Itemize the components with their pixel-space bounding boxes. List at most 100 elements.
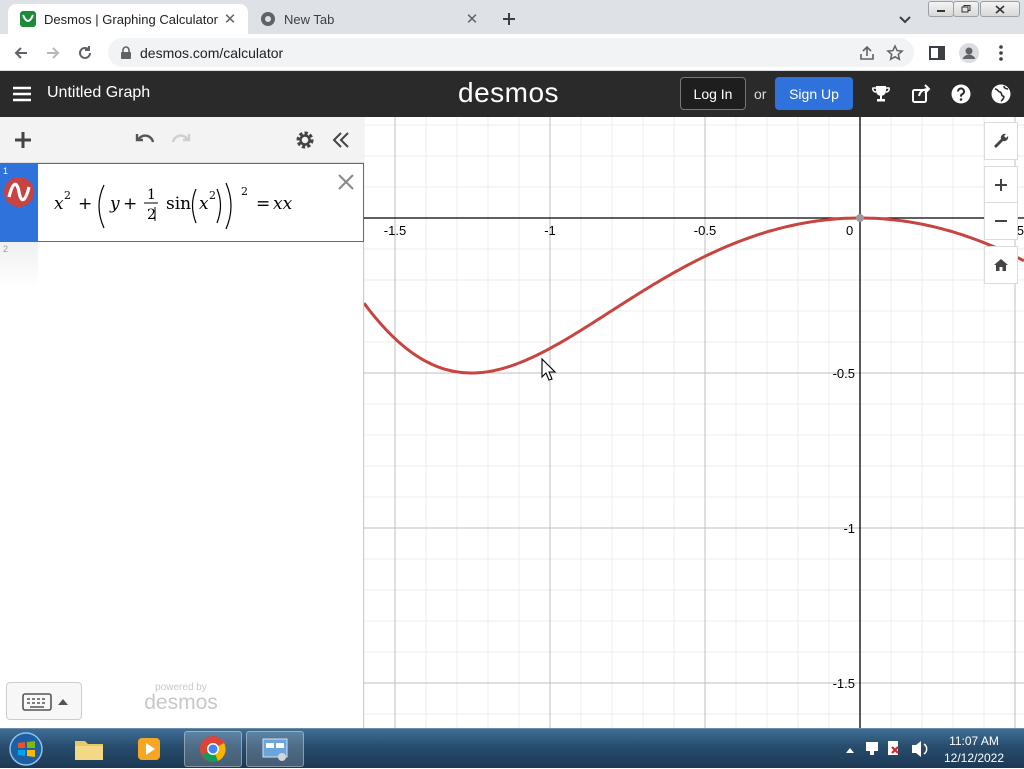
chrome-favicon-icon bbox=[261, 12, 275, 26]
minimize-icon bbox=[937, 10, 945, 12]
arrow-left-icon bbox=[14, 47, 27, 59]
math-x: x bbox=[199, 194, 209, 214]
profile-button[interactable] bbox=[956, 40, 982, 66]
zoom-in-button[interactable] bbox=[985, 167, 1017, 203]
keyboard-icon bbox=[22, 693, 52, 711]
close-window-button[interactable] bbox=[980, 1, 1020, 17]
tab-new-tab[interactable]: New Tab ✕ bbox=[250, 4, 490, 34]
browser-menu-button[interactable] bbox=[988, 40, 1014, 66]
address-bar[interactable]: desmos.com/calculator bbox=[108, 38, 914, 67]
login-button[interactable]: Log In bbox=[680, 77, 746, 110]
new-tab-button[interactable] bbox=[498, 8, 520, 30]
back-button[interactable] bbox=[8, 40, 34, 66]
network-icon[interactable] bbox=[866, 742, 878, 755]
signup-button[interactable]: Sign Up bbox=[775, 77, 853, 110]
star-icon[interactable] bbox=[886, 44, 904, 62]
keypad-toggle-button[interactable] bbox=[6, 682, 82, 720]
reload-icon bbox=[79, 46, 91, 59]
windows-taskbar: 11:07 AM 12/12/2022 bbox=[0, 728, 1024, 768]
origin-point[interactable] bbox=[856, 214, 864, 222]
math-exponent: 2 bbox=[64, 189, 71, 202]
close-tab-icon[interactable]: ✕ bbox=[464, 11, 480, 28]
minimize-button[interactable] bbox=[928, 1, 954, 17]
tab-search-button[interactable] bbox=[894, 8, 916, 30]
restore-button[interactable] bbox=[953, 1, 979, 17]
undo-icon[interactable] bbox=[134, 129, 156, 151]
collapse-panel-icon[interactable] bbox=[330, 129, 352, 151]
zoom-out-button[interactable] bbox=[985, 203, 1017, 239]
graph-title[interactable]: Untitled Graph bbox=[47, 84, 150, 102]
desmos-favicon-icon bbox=[20, 11, 36, 27]
expression-index: 2 bbox=[3, 244, 9, 254]
math-sin: sin bbox=[166, 194, 191, 214]
folder-icon bbox=[75, 741, 103, 760]
taskbar-chrome[interactable] bbox=[184, 731, 242, 767]
math-equals: = bbox=[256, 194, 270, 214]
graph-settings-button[interactable] bbox=[985, 123, 1017, 159]
expressions-panel: 1 x 2 + y + 1 2 sin x 2 2 = xx 2 powered… bbox=[0, 117, 364, 728]
expression-math-input[interactable]: x 2 + y + 1 2 sin x 2 2 = xx bbox=[54, 175, 314, 231]
y-tick-label: -1 bbox=[843, 521, 855, 536]
lock-icon bbox=[121, 45, 131, 59]
side-panel-button[interactable] bbox=[924, 40, 950, 66]
plus-icon bbox=[503, 13, 515, 25]
forward-button[interactable] bbox=[40, 40, 66, 66]
y-tick-label: -0.5 bbox=[833, 366, 855, 381]
side-panel-icon bbox=[929, 46, 945, 60]
x-tick-label: -1.5 bbox=[384, 223, 406, 238]
more-vertical-icon bbox=[999, 45, 1003, 61]
close-tab-icon[interactable]: ✕ bbox=[222, 11, 238, 28]
delete-expression-icon[interactable] bbox=[336, 172, 356, 192]
clock-date[interactable]: 12/12/2022 bbox=[940, 751, 1008, 765]
math-rhs: xx bbox=[273, 194, 293, 214]
volume-icon[interactable] bbox=[912, 741, 928, 757]
expression-index: 1 bbox=[3, 166, 9, 176]
math-plus: + bbox=[123, 194, 137, 214]
powered-by-logo: desmos bbox=[144, 691, 218, 714]
trophy-icon[interactable] bbox=[870, 83, 892, 105]
curve-color-icon[interactable] bbox=[4, 177, 34, 207]
major-gridlines bbox=[364, 117, 1024, 728]
x-tick-label: -0.5 bbox=[694, 223, 716, 238]
share-icon[interactable] bbox=[858, 44, 876, 62]
control-panel-icon bbox=[262, 738, 288, 761]
math-paren-left bbox=[98, 184, 105, 229]
y-tick-label: -1.5 bbox=[833, 676, 855, 691]
taskbar-media-player[interactable] bbox=[120, 731, 178, 767]
zoom-controls bbox=[984, 166, 1018, 240]
clock-time[interactable]: 11:07 AM bbox=[940, 734, 1008, 748]
browser-tab-strip: Desmos | Graphing Calculator ✕ New Tab ✕ bbox=[0, 0, 1024, 34]
hamburger-menu-icon[interactable] bbox=[12, 84, 32, 104]
show-hidden-icons-icon[interactable] bbox=[846, 748, 854, 753]
plus-icon bbox=[995, 178, 1007, 191]
browser-toolbar: desmos.com/calculator bbox=[0, 34, 1024, 71]
add-expression-icon[interactable] bbox=[12, 129, 34, 151]
arrow-right-icon bbox=[47, 47, 60, 59]
gear-icon[interactable] bbox=[294, 129, 316, 151]
expression-row[interactable]: 1 x 2 + y + 1 2 sin x 2 2 = xx bbox=[0, 163, 364, 242]
action-center-icon[interactable] bbox=[888, 741, 899, 755]
or-label: or bbox=[754, 86, 767, 102]
expression-tab[interactable]: 2 bbox=[0, 242, 38, 288]
graph-paper[interactable]: -1.5-1-0.500.5 -0.5-1-1.5 bbox=[364, 117, 1024, 728]
avatar-icon bbox=[959, 43, 979, 63]
globe-icon[interactable] bbox=[990, 83, 1012, 105]
help-icon[interactable] bbox=[950, 83, 972, 105]
reload-button[interactable] bbox=[72, 40, 98, 66]
graph-curve[interactable] bbox=[364, 216, 1024, 375]
taskbar-explorer[interactable] bbox=[60, 731, 118, 767]
taskbar-control-panel[interactable] bbox=[246, 731, 304, 767]
close-icon bbox=[995, 4, 1005, 14]
home-icon bbox=[994, 259, 1008, 271]
start-button-icon[interactable] bbox=[6, 731, 46, 767]
default-viewport-button[interactable] bbox=[985, 247, 1017, 283]
graph-canvas[interactable]: -1.5-1-0.500.5 -0.5-1-1.5 bbox=[364, 117, 1024, 728]
math-paren-right bbox=[216, 188, 222, 224]
share-icon[interactable] bbox=[910, 83, 932, 105]
math-x: x bbox=[54, 194, 64, 214]
chrome-icon bbox=[200, 736, 226, 762]
expression-tab[interactable]: 1 bbox=[0, 164, 38, 241]
expression-row-empty[interactable]: 2 bbox=[0, 242, 364, 288]
tab-desmos[interactable]: Desmos | Graphing Calculator ✕ bbox=[8, 4, 248, 34]
redo-icon[interactable] bbox=[170, 129, 192, 151]
